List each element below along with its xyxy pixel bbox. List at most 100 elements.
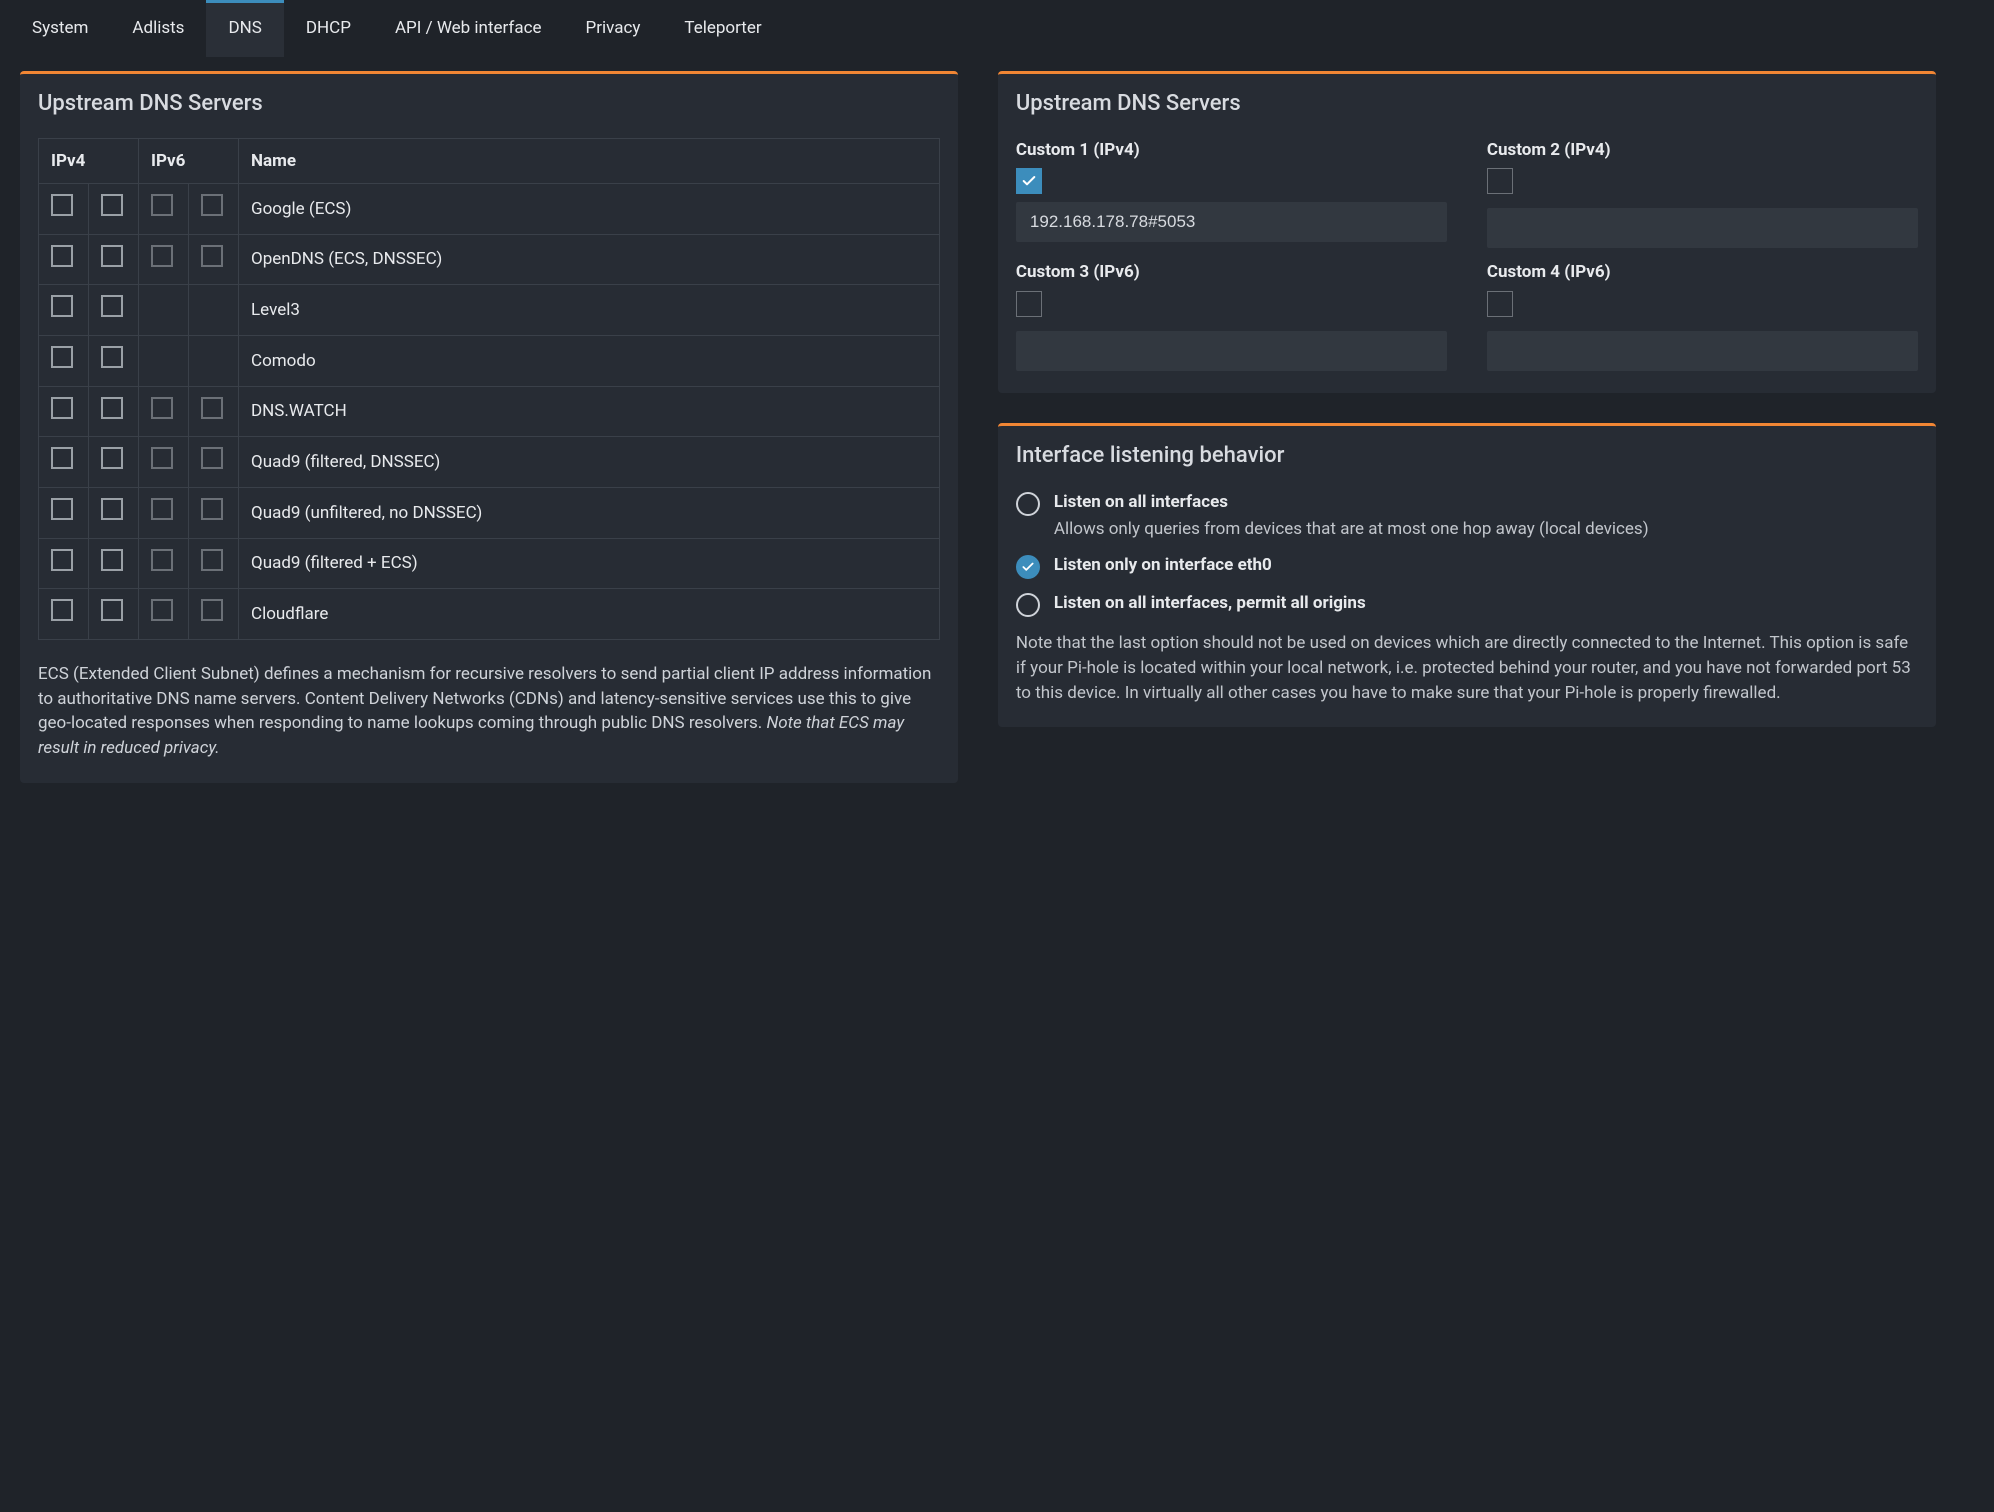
custom-dns-input[interactable] [1487, 208, 1918, 248]
v6b-checkbox[interactable] [201, 245, 223, 267]
v6a-cell [139, 386, 189, 437]
v4b-checkbox[interactable] [101, 346, 123, 368]
v6b-cell [189, 184, 239, 235]
v6b-checkbox[interactable] [201, 549, 223, 571]
provider-name: Quad9 (filtered + ECS) [239, 538, 940, 589]
v6a-cell [139, 488, 189, 539]
custom-dns-input[interactable] [1016, 202, 1447, 242]
custom-dns-item: Custom 4 (IPv6) [1487, 260, 1918, 371]
v6b-checkbox[interactable] [201, 194, 223, 216]
v4a-checkbox[interactable] [51, 194, 73, 216]
v4a-checkbox[interactable] [51, 447, 73, 469]
custom-dns-checkbox[interactable] [1016, 168, 1042, 194]
custom-dns-label: Custom 4 (IPv6) [1487, 260, 1918, 285]
v4a-cell [39, 184, 89, 235]
interface-option: Listen on all interfaces, permit all ori… [1016, 591, 1918, 617]
v4b-checkbox[interactable] [101, 549, 123, 571]
v4b-checkbox[interactable] [101, 397, 123, 419]
interface-radio[interactable] [1016, 492, 1040, 516]
v6b-checkbox[interactable] [201, 397, 223, 419]
v4a-checkbox[interactable] [51, 245, 73, 267]
v4b-checkbox[interactable] [101, 599, 123, 621]
v4a-checkbox[interactable] [51, 295, 73, 317]
provider-name: Quad9 (filtered, DNSSEC) [239, 437, 940, 488]
table-row: Quad9 (filtered + ECS) [39, 538, 940, 589]
custom-dns-item: Custom 1 (IPv4) [1016, 138, 1447, 249]
v6a-cell [139, 336, 189, 387]
interface-note: Note that the last option should not be … [1016, 631, 1918, 705]
v6a-checkbox[interactable] [151, 447, 173, 469]
interface-option: Listen only on interface eth0 [1016, 553, 1918, 579]
interface-option: Listen on all interfacesAllows only quer… [1016, 490, 1918, 541]
interface-radio[interactable] [1016, 593, 1040, 617]
panel-title: Upstream DNS Servers [38, 88, 940, 120]
v6b-cell [189, 386, 239, 437]
tab-system[interactable]: System [10, 0, 110, 57]
v6a-checkbox[interactable] [151, 194, 173, 216]
v4b-cell [89, 437, 139, 488]
provider-name: Quad9 (unfiltered, no DNSSEC) [239, 488, 940, 539]
v4a-checkbox[interactable] [51, 549, 73, 571]
custom-dns-checkbox[interactable] [1487, 291, 1513, 317]
v4a-cell [39, 589, 89, 640]
custom-dns-input[interactable] [1016, 331, 1447, 371]
panel-upstream-custom: Upstream DNS Servers Custom 1 (IPv4)Cust… [998, 71, 1936, 394]
v4a-checkbox[interactable] [51, 498, 73, 520]
v4b-checkbox[interactable] [101, 447, 123, 469]
provider-name: Cloudflare [239, 589, 940, 640]
table-row: Cloudflare [39, 589, 940, 640]
v6a-checkbox[interactable] [151, 599, 173, 621]
panel-title: Upstream DNS Servers [1016, 88, 1918, 120]
v6b-cell [189, 437, 239, 488]
tab-teleporter[interactable]: Teleporter [662, 0, 783, 57]
table-row: Google (ECS) [39, 184, 940, 235]
custom-dns-label: Custom 2 (IPv4) [1487, 138, 1918, 163]
v6b-checkbox[interactable] [201, 599, 223, 621]
v4b-checkbox[interactable] [101, 245, 123, 267]
v6a-cell [139, 589, 189, 640]
v4a-cell [39, 386, 89, 437]
tab-adlists[interactable]: Adlists [110, 0, 206, 57]
v4b-checkbox[interactable] [101, 295, 123, 317]
v6a-checkbox[interactable] [151, 549, 173, 571]
v6b-cell [189, 538, 239, 589]
tab-privacy[interactable]: Privacy [563, 0, 662, 57]
v6a-checkbox[interactable] [151, 498, 173, 520]
v6b-checkbox[interactable] [201, 498, 223, 520]
interface-option-label: Listen on all interfaces, permit all ori… [1054, 593, 1366, 613]
panel-title: Interface listening behavior [1016, 440, 1918, 472]
v4b-checkbox[interactable] [101, 194, 123, 216]
interface-radio[interactable] [1016, 555, 1040, 579]
v6a-cell [139, 234, 189, 285]
v4a-checkbox[interactable] [51, 397, 73, 419]
table-row: DNS.WATCH [39, 386, 940, 437]
v4b-cell [89, 488, 139, 539]
v4a-checkbox[interactable] [51, 346, 73, 368]
v4b-cell [89, 538, 139, 589]
v4a-cell [39, 336, 89, 387]
v4a-cell [39, 437, 89, 488]
custom-dns-checkbox[interactable] [1487, 168, 1513, 194]
check-icon [1021, 173, 1037, 189]
v6a-checkbox[interactable] [151, 397, 173, 419]
v6b-checkbox[interactable] [201, 447, 223, 469]
tab-api[interactable]: API / Web interface [373, 0, 564, 57]
tab-dhcp[interactable]: DHCP [284, 0, 373, 57]
check-icon [1021, 560, 1035, 574]
v4b-cell [89, 386, 139, 437]
provider-name: OpenDNS (ECS, DNSSEC) [239, 234, 940, 285]
custom-dns-item: Custom 3 (IPv6) [1016, 260, 1447, 371]
provider-name: Google (ECS) [239, 184, 940, 235]
table-row: Level3 [39, 285, 940, 336]
v4a-checkbox[interactable] [51, 599, 73, 621]
custom-dns-input[interactable] [1487, 331, 1918, 371]
table-row: Quad9 (unfiltered, no DNSSEC) [39, 488, 940, 539]
col-name: Name [239, 138, 940, 184]
v4b-checkbox[interactable] [101, 498, 123, 520]
tab-dns[interactable]: DNS [206, 0, 283, 57]
v4b-cell [89, 336, 139, 387]
panel-upstream-table: Upstream DNS Servers IPv4 IPv6 Name Goog… [20, 71, 958, 783]
custom-dns-checkbox[interactable] [1016, 291, 1042, 317]
v6a-checkbox[interactable] [151, 245, 173, 267]
v6b-cell [189, 589, 239, 640]
